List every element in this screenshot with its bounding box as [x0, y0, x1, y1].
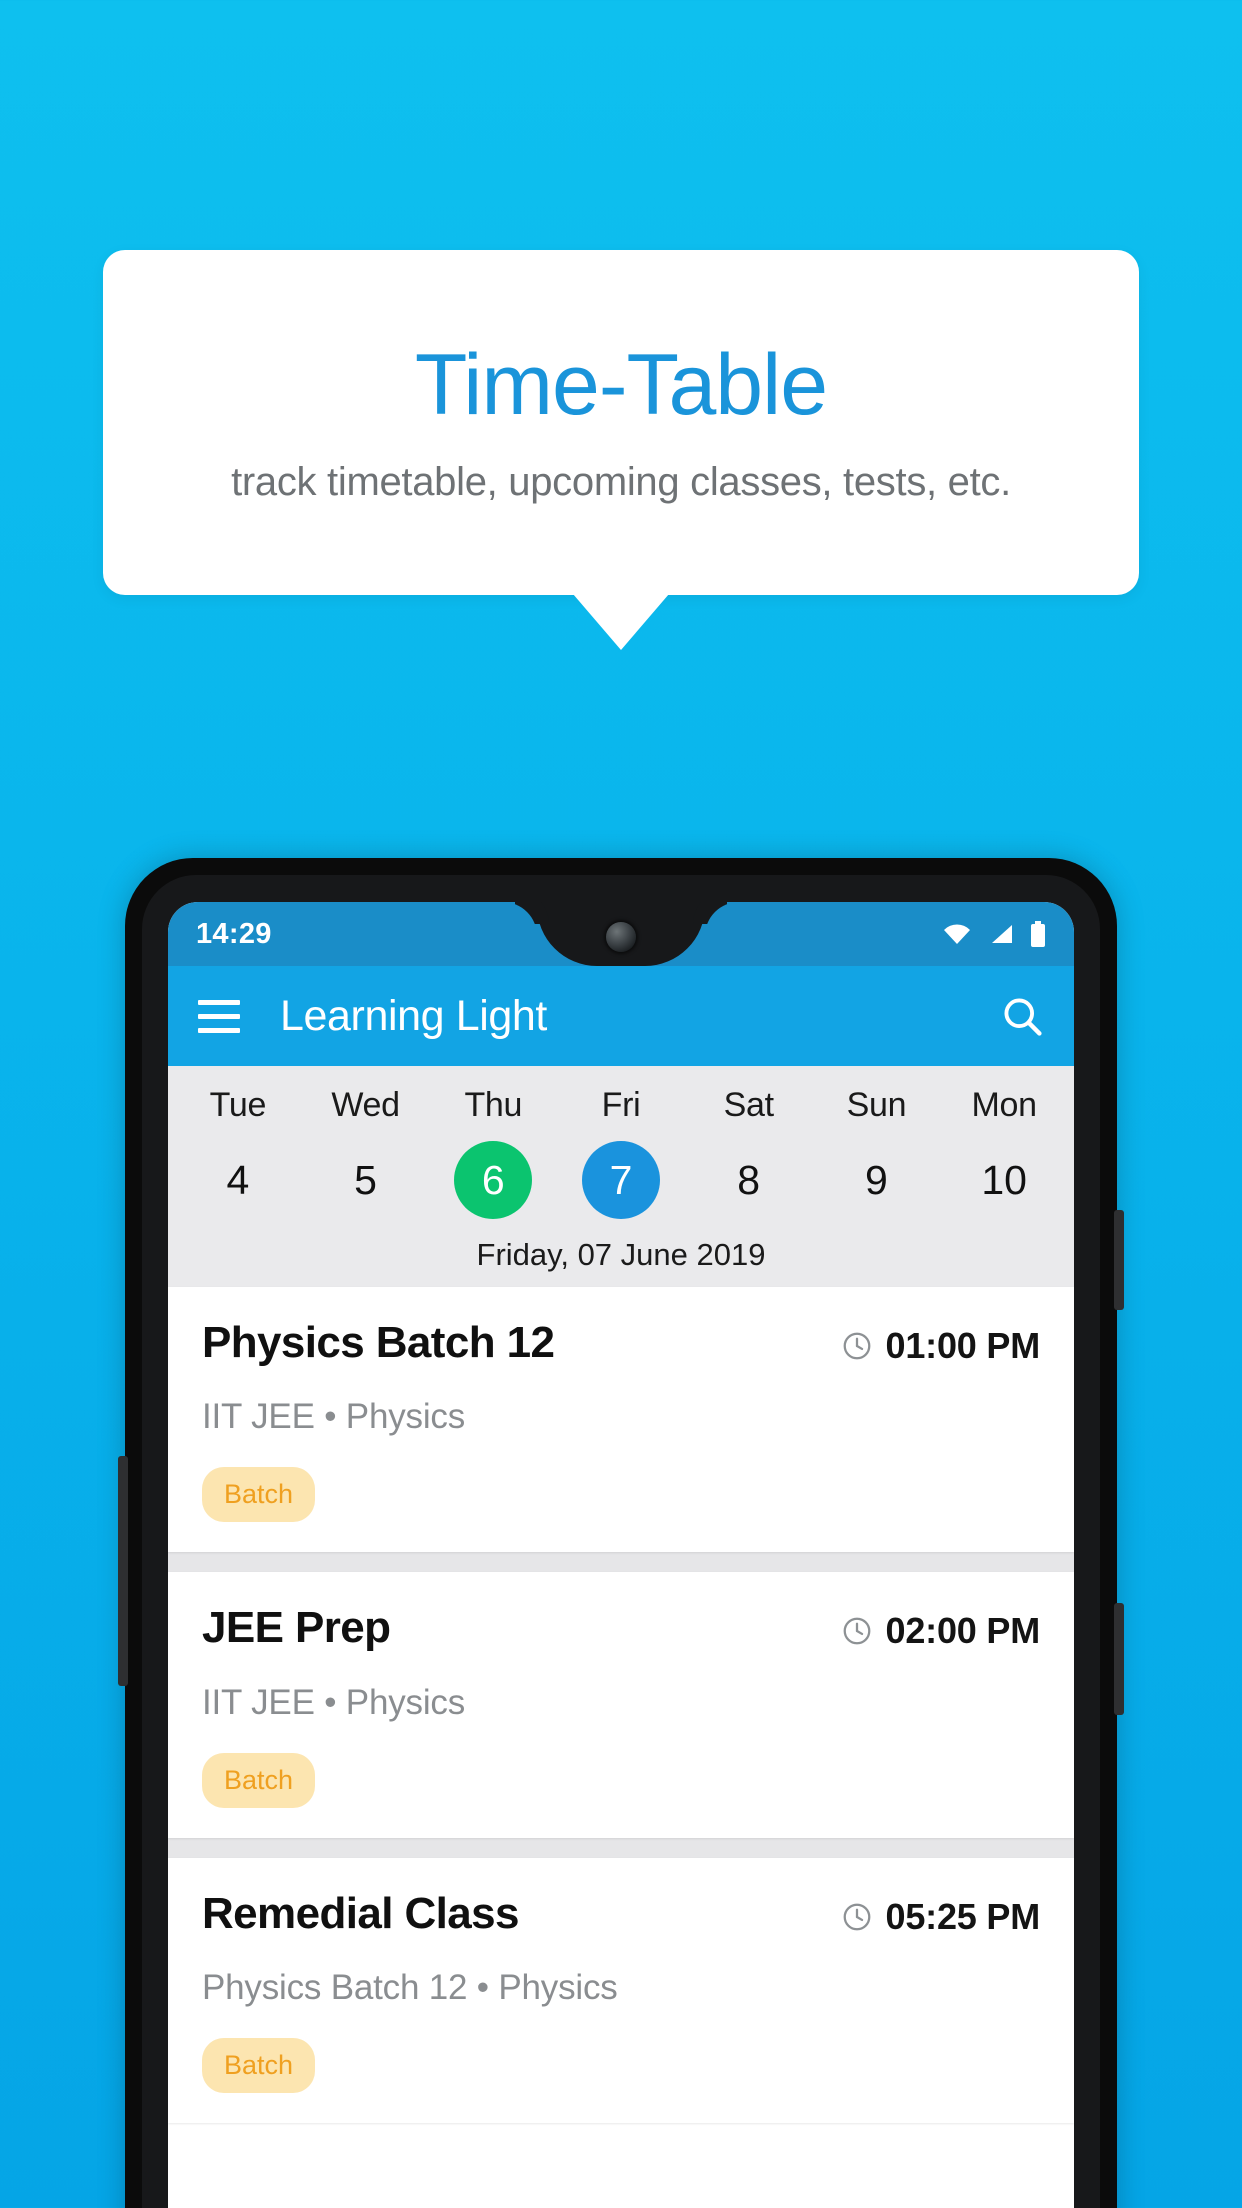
week-day-number-badge-selected: 7	[581, 1141, 660, 1219]
class-list: Physics Batch 12 01:00 PM IIT JEE • Phys…	[168, 1287, 1074, 2124]
week-day-number: 10	[981, 1156, 1027, 1203]
class-type-badge: Batch	[202, 1467, 316, 1523]
search-icon[interactable]	[1000, 994, 1044, 1038]
app-bar: Learning Light	[168, 966, 1074, 1066]
assistant-button[interactable]	[118, 1456, 128, 1686]
week-day-label: Sun	[846, 1086, 907, 1124]
volume-button[interactable]	[1114, 1603, 1124, 1715]
week-day-number-badge-today: 6	[454, 1141, 533, 1219]
week-day-label: Thu	[464, 1086, 523, 1124]
class-time: 02:00 PM	[885, 1610, 1041, 1652]
week-day-number: 8	[737, 1156, 761, 1203]
week-day-number: 7	[609, 1156, 633, 1203]
class-title: JEE Prep	[202, 1603, 391, 1653]
hamburger-line	[198, 1027, 240, 1033]
class-subtitle: IIT JEE • Physics	[202, 1682, 465, 1722]
class-card[interactable]: Physics Batch 12 01:00 PM IIT JEE • Phys…	[168, 1287, 1074, 1553]
selected-date-label: Friday, 07 June 2019	[476, 1237, 766, 1272]
week-day-fri[interactable]: Fri 7	[557, 1086, 685, 1219]
week-day-number: 5	[354, 1156, 377, 1203]
class-time: 01:00 PM	[885, 1325, 1041, 1366]
clock-icon	[843, 1617, 870, 1645]
wifi-icon	[944, 924, 970, 944]
class-type-badge: Batch	[202, 1752, 316, 1808]
week-day-number: 9	[865, 1156, 888, 1203]
hamburger-line	[198, 999, 240, 1005]
class-type-badge: Batch	[202, 2038, 316, 2094]
week-day-number-badge: 8	[710, 1141, 788, 1219]
power-button[interactable]	[1114, 1210, 1124, 1310]
week-day-wed[interactable]: Wed 5	[302, 1086, 430, 1219]
phone-screen: 14:29 Learning Light Tue 4 Wed 5 Thu 6 F…	[168, 902, 1074, 2208]
week-day-number-badge: 10	[965, 1141, 1043, 1219]
week-calendar-strip: Tue 4 Wed 5 Thu 6 Fri 7 Sat 8 Sun 9 Mon …	[168, 1066, 1074, 1287]
hamburger-line	[198, 1013, 240, 1019]
status-bar-icons	[942, 921, 1046, 947]
class-subtitle: IIT JEE • Physics	[202, 1397, 465, 1437]
hamburger-menu-icon[interactable]	[198, 999, 240, 1033]
week-day-thu[interactable]: Thu 6	[429, 1086, 557, 1219]
week-day-number: 6	[481, 1156, 505, 1203]
class-time-group: 02:00 PM	[841, 1604, 1040, 1652]
app-bar-title: Learning Light	[280, 991, 547, 1040]
class-time-group: 05:25 PM	[841, 1890, 1040, 1938]
clock-icon	[843, 1903, 870, 1931]
class-title: Remedial Class	[202, 1888, 519, 1938]
week-day-number-badge: 9	[837, 1141, 915, 1219]
week-day-sat[interactable]: Sat 8	[685, 1086, 813, 1219]
class-time: 05:25 PM	[885, 1895, 1041, 1937]
week-day-columns: Tue 4 Wed 5 Thu 6 Fri 7 Sat 8 Sun 9 Mon …	[168, 1086, 1074, 1219]
class-card-header: JEE Prep 02:00 PM	[202, 1603, 1040, 1653]
class-subtitle: Physics Batch 12 • Physics	[202, 1968, 618, 2008]
front-camera-icon	[606, 922, 636, 952]
cellular-signal-icon	[992, 925, 1012, 943]
class-title: Physics Batch 12	[202, 1318, 555, 1367]
week-day-label: Tue	[209, 1086, 267, 1124]
clock-icon	[843, 1332, 870, 1360]
status-bar-time: 14:29	[196, 917, 272, 950]
class-card[interactable]: JEE Prep 02:00 PM IIT JEE • Physics Batc…	[168, 1572, 1074, 1838]
week-day-number-badge: 4	[199, 1141, 277, 1219]
promo-callout-card: Time-Table track timetable, upcoming cla…	[103, 250, 1139, 595]
class-card-header: Remedial Class 05:25 PM	[202, 1888, 1040, 1938]
week-day-label: Mon	[971, 1086, 1038, 1124]
promo-title: Time-Table	[414, 336, 828, 433]
week-day-tue[interactable]: Tue 4	[174, 1086, 302, 1219]
promo-subtitle: track timetable, upcoming classes, tests…	[231, 460, 1011, 505]
class-card-header: Physics Batch 12 01:00 PM	[202, 1318, 1040, 1367]
week-day-sun[interactable]: Sun 9	[813, 1086, 941, 1219]
battery-icon	[1031, 921, 1045, 947]
week-day-label: Fri	[601, 1086, 641, 1124]
class-time-group: 01:00 PM	[841, 1319, 1040, 1367]
week-day-mon[interactable]: Mon 10	[940, 1086, 1068, 1219]
promo-callout-arrow	[573, 594, 669, 650]
class-card[interactable]: Remedial Class 05:25 PM Physics Batch 12…	[168, 1857, 1074, 2124]
week-day-number-badge: 5	[327, 1141, 405, 1219]
week-day-number: 4	[226, 1156, 250, 1203]
week-day-label: Wed	[331, 1086, 400, 1124]
week-day-label: Sat	[723, 1086, 774, 1124]
phone-device-frame: 14:29 Learning Light Tue 4 Wed 5 Thu 6 F…	[118, 858, 1124, 2208]
